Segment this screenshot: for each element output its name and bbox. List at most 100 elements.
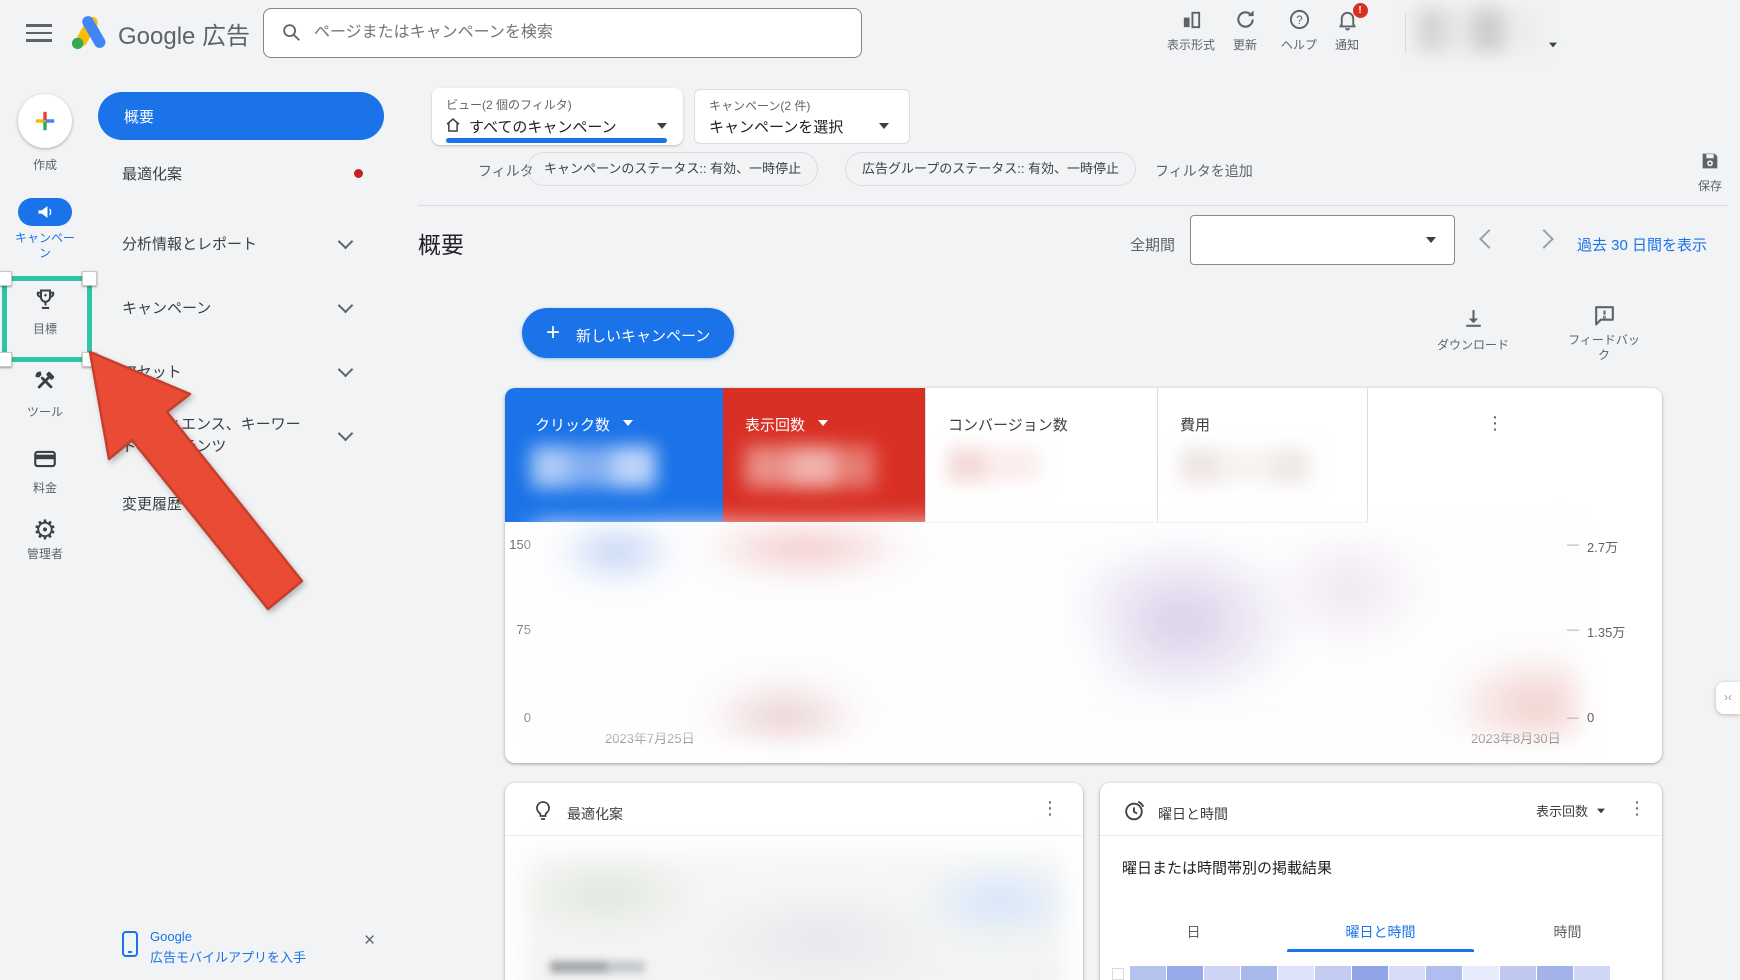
campaign-picker-label: キャンペーン(2 件): [709, 97, 810, 114]
new-campaign-button[interactable]: + 新しいキャンペーン: [522, 308, 734, 358]
save-label: 保存: [1688, 177, 1732, 194]
view-picker[interactable]: ビュー(2 個のフィルタ) すべてのキャンペーン: [432, 88, 683, 145]
heatmap-cell: [1130, 966, 1166, 980]
tab-day[interactable]: 日: [1100, 913, 1287, 951]
heatmap-cell: [1315, 966, 1351, 980]
feedback-label: フィードバック: [1566, 333, 1642, 363]
period-label: 全期間: [1130, 234, 1175, 255]
schedule-card: 曜日と時間 表示回数 ⋮ 曜日または時間帯別の掲載結果 日 曜日と時間 時間: [1100, 783, 1662, 980]
metric-conversions-label: コンバージョン数: [948, 414, 1068, 435]
metric-card-clicks[interactable]: クリック数: [505, 388, 723, 522]
tab-day-and-hour-label: 曜日と時間: [1346, 924, 1416, 940]
y-axis-tick: 0: [505, 710, 531, 725]
account-info-redacted: [1417, 8, 1541, 52]
download-label: ダウンロード: [1432, 336, 1514, 353]
right-axis-tick: —: [1567, 537, 1579, 551]
new-campaign-label: 新しいキャンペーン: [576, 325, 710, 346]
search-input[interactable]: [312, 9, 846, 57]
mobile-phone-icon: [118, 930, 142, 963]
filter-bar-label: フィルタ: [478, 161, 534, 181]
download-button[interactable]: ダウンロード: [1432, 306, 1514, 353]
heatmap-label-cell: [1112, 968, 1124, 980]
tab-hour-label: 時間: [1554, 924, 1582, 940]
heatmap-cell: [1463, 966, 1499, 980]
refresh-label: 更新: [1216, 36, 1274, 53]
refresh-icon: [1234, 18, 1257, 35]
schedule-metric-value: 表示回数: [1536, 804, 1588, 819]
optimization-card-title: 最適化案: [567, 804, 623, 824]
edge-panel-toggle-label: ›‹: [1724, 690, 1732, 704]
active-tab-underline: [1287, 949, 1474, 952]
page-title: 概要: [418, 226, 464, 260]
promo-text: 広告モバイルアプリを入手: [150, 947, 306, 966]
clock-icon: [1122, 798, 1147, 828]
metric-impressions-value-redacted: [745, 446, 875, 488]
tab-day-label: 日: [1187, 924, 1201, 940]
home-icon: [444, 116, 462, 139]
campaign-picker-value: キャンペーンを選択: [709, 116, 843, 137]
tab-day-and-hour[interactable]: 曜日と時間: [1287, 913, 1474, 951]
metric-card-conversions[interactable]: コンバージョン数: [925, 388, 1158, 523]
view-picker-active-bar: [446, 138, 667, 143]
lightbulb-icon: [531, 799, 555, 828]
mobile-app-promo[interactable]: Google 広告モバイルアプリを入手: [112, 926, 392, 970]
appearance-button[interactable]: 表示形式: [1158, 8, 1224, 53]
metric-cost-label: 費用: [1180, 414, 1210, 435]
schedule-metric-caret-icon: [1597, 809, 1605, 814]
edge-panel-toggle[interactable]: ›‹: [1716, 682, 1740, 714]
show-last-30-days-link[interactable]: 過去 30 日間を表示: [1577, 234, 1707, 255]
heatmap-cell: [1204, 966, 1240, 980]
heatmap-cell: [1500, 966, 1536, 980]
optimization-card-menu-icon[interactable]: ⋮: [1041, 801, 1059, 815]
heatmap-cell: [1278, 966, 1314, 980]
refresh-button[interactable]: 更新: [1216, 8, 1274, 53]
header-divider: [418, 205, 1728, 206]
card-header-divider: [1100, 835, 1662, 836]
view-picker-caret-icon: [657, 123, 667, 129]
heatmap-cell: [1574, 966, 1610, 980]
metric-card-cost[interactable]: 費用: [1157, 388, 1368, 523]
schedule-card-menu-icon[interactable]: ⋮: [1628, 801, 1646, 815]
metric-clicks-label: クリック数: [535, 414, 610, 435]
add-filter-button[interactable]: フィルタを追加: [1155, 161, 1253, 181]
metric-cost-value-redacted: [1180, 448, 1310, 484]
next-period-chevron-icon[interactable]: [1534, 229, 1554, 249]
appearance-label: 表示形式: [1158, 36, 1224, 53]
date-range-picker[interactable]: [1190, 215, 1455, 265]
filter-chip-adgroup-status[interactable]: 広告グループのステータス:: 有効、一時停止: [845, 152, 1136, 186]
chart-plot-redacted: [533, 526, 1579, 738]
overview-card-menu-icon[interactable]: ⋮: [1486, 416, 1504, 430]
prev-period-chevron-icon[interactable]: [1479, 229, 1499, 249]
feedback-button[interactable]: フィードバック: [1563, 303, 1645, 363]
metric-card-impressions[interactable]: 表示回数: [723, 388, 925, 522]
heatmap-cell: [1426, 966, 1462, 980]
feedback-icon: [1592, 315, 1617, 332]
right-axis-tick-label: 1.35万: [1587, 622, 1625, 641]
metric-impressions-caret-icon: [818, 420, 828, 426]
account-chevron-icon[interactable]: [1549, 43, 1557, 48]
appearance-icon: [1180, 18, 1203, 35]
tab-hour[interactable]: 時間: [1474, 913, 1661, 951]
schedule-subtitle: 曜日または時間帯別の掲載結果: [1122, 857, 1332, 878]
promo-close-icon[interactable]: ×: [364, 930, 375, 952]
campaign-picker[interactable]: キャンペーン(2 件) キャンペーンを選択: [694, 89, 910, 144]
heatmap-cell: [1537, 966, 1573, 980]
campaign-picker-caret-icon: [879, 123, 889, 129]
right-axis-tick-label: 2.7万: [1587, 537, 1618, 556]
save-icon: [1699, 159, 1721, 176]
notifications-button[interactable]: ! 通知: [1318, 8, 1376, 53]
metric-clicks-caret-icon: [623, 420, 633, 426]
heatmap-cell: [1241, 966, 1277, 980]
view-picker-value: すべてのキャンペーン: [469, 116, 617, 137]
right-axis-tick: —: [1567, 710, 1579, 724]
save-button[interactable]: 保存: [1688, 150, 1732, 194]
optimization-card: 最適化案 ⋮: [505, 783, 1083, 980]
plus-icon: +: [546, 321, 560, 345]
schedule-metric-dropdown[interactable]: 表示回数: [1536, 801, 1616, 823]
schedule-card-title: 曜日と時間: [1158, 804, 1228, 824]
download-icon: [1461, 318, 1486, 335]
annotation-arrow-icon: [0, 0, 360, 660]
svg-text:?: ?: [1296, 15, 1302, 27]
promo-brand: Google: [150, 929, 192, 944]
filter-chip-campaign-status[interactable]: キャンペーンのステータス:: 有効、一時停止: [527, 152, 818, 186]
